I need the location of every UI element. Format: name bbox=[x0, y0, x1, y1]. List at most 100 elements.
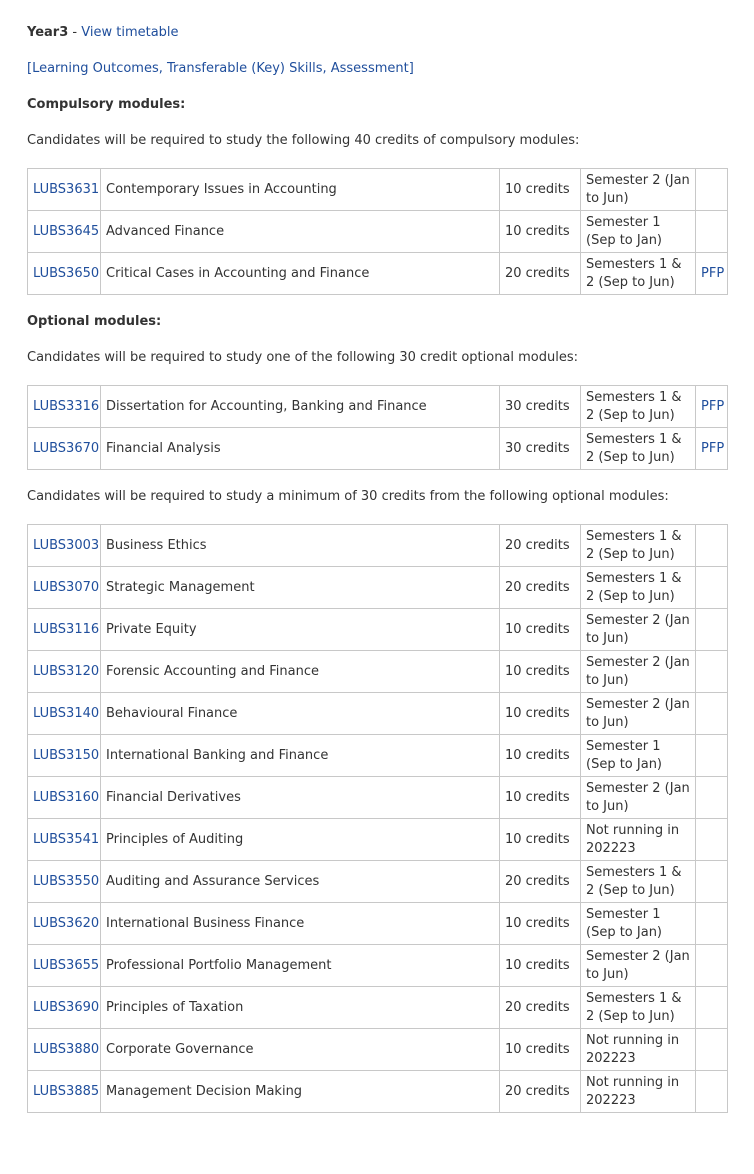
module-semester: Semester 1 (Sep to Jan) bbox=[580, 734, 696, 777]
view-timetable-link[interactable]: View timetable bbox=[81, 25, 178, 40]
module-code-link[interactable]: LUBS3690 bbox=[27, 986, 101, 1029]
module-row: LUBS3316 Dissertation for Accounting, Ban… bbox=[27, 385, 728, 428]
module-semester: Semesters 1 & 2 (Sep to Jun) bbox=[580, 860, 696, 903]
module-row: LUBS3645 Advanced Finance 10 credits Semest… bbox=[27, 210, 728, 253]
module-semester: Semester 2 (Jan to Jun) bbox=[580, 692, 696, 735]
pfp-link bbox=[695, 650, 728, 693]
module-row: LUBS3550 Auditing and Assurance Services 2… bbox=[27, 860, 728, 903]
module-code-link[interactable]: LUBS3885 bbox=[27, 1070, 101, 1113]
pfp-link bbox=[695, 1070, 728, 1113]
module-row: LUBS3120 Forensic Accounting and Finance 1… bbox=[27, 650, 728, 693]
pfp-link bbox=[695, 860, 728, 903]
module-title: Principles of Taxation bbox=[100, 986, 500, 1029]
module-semester: Semester 1 (Sep to Jan) bbox=[580, 902, 696, 945]
pfp-link bbox=[695, 902, 728, 945]
module-code-link[interactable]: LUBS3316 bbox=[27, 385, 101, 428]
module-code-link[interactable]: LUBS3645 bbox=[27, 210, 101, 253]
pfp-link bbox=[695, 1028, 728, 1071]
module-semester: Semester 2 (Jan to Jun) bbox=[580, 776, 696, 819]
module-title: Dissertation for Accounting, Banking and… bbox=[100, 385, 500, 428]
compulsory-modules-table: LUBS3631 Contemporary Issues in Accountin… bbox=[27, 168, 728, 295]
module-row: LUBS3655 Professional Portfolio Managemen… bbox=[27, 944, 728, 987]
module-code-link[interactable]: LUBS3650 bbox=[27, 252, 101, 295]
pfp-link bbox=[695, 566, 728, 609]
module-title: Professional Portfolio Management bbox=[100, 944, 500, 987]
compulsory-intro: Candidates will be required to study the… bbox=[27, 133, 580, 148]
module-credits: 20 credits bbox=[499, 566, 581, 609]
module-credits: 20 credits bbox=[499, 860, 581, 903]
module-title: Auditing and Assurance Services bbox=[100, 860, 500, 903]
module-code-link[interactable]: LUBS3150 bbox=[27, 734, 101, 777]
module-semester: Not running in 202223 bbox=[580, 1070, 696, 1113]
module-credits: 30 credits bbox=[499, 385, 581, 428]
module-title: Critical Cases in Accounting and Finance bbox=[100, 252, 500, 295]
module-credits: 30 credits bbox=[499, 427, 581, 470]
module-row: LUBS3160 Financial Derivatives 10 credits S… bbox=[27, 776, 728, 819]
module-code-link[interactable]: LUBS3116 bbox=[27, 608, 101, 651]
pfp-link[interactable]: PFP bbox=[695, 427, 728, 470]
module-row: LUBS3620 International Business Finance 10… bbox=[27, 902, 728, 945]
module-row: LUBS3631 Contemporary Issues in Accountin… bbox=[27, 168, 728, 211]
module-row: LUBS3116 Private Equity 10 credits Semester… bbox=[27, 608, 728, 651]
module-semester: Semesters 1 & 2 (Sep to Jun) bbox=[580, 524, 696, 567]
module-credits: 10 credits bbox=[499, 210, 581, 253]
module-code-link[interactable]: LUBS3880 bbox=[27, 1028, 101, 1071]
module-title: Behavioural Finance bbox=[100, 692, 500, 735]
pfp-link[interactable]: PFP bbox=[695, 252, 728, 295]
module-row: LUBS3150 International Banking and Financ… bbox=[27, 734, 728, 777]
module-row: LUBS3690 Principles of Taxation 20 credits… bbox=[27, 986, 728, 1029]
module-row: LUBS3885 Management Decision Making 20 cre… bbox=[27, 1070, 728, 1113]
optional-heading: Optional modules: bbox=[27, 314, 162, 329]
pfp-link bbox=[695, 776, 728, 819]
module-semester: Not running in 202223 bbox=[580, 818, 696, 861]
module-credits: 20 credits bbox=[499, 986, 581, 1029]
module-code-link[interactable]: LUBS3550 bbox=[27, 860, 101, 903]
module-credits: 10 credits bbox=[499, 650, 581, 693]
pfp-link bbox=[695, 818, 728, 861]
module-title: Strategic Management bbox=[100, 566, 500, 609]
module-semester: Semester 2 (Jan to Jun) bbox=[580, 168, 696, 211]
module-credits: 10 credits bbox=[499, 776, 581, 819]
module-credits: 10 credits bbox=[499, 818, 581, 861]
module-code-link[interactable]: LUBS3541 bbox=[27, 818, 101, 861]
module-row: LUBS3670 Financial Analysis 30 credits Seme… bbox=[27, 427, 728, 470]
module-credits: 20 credits bbox=[499, 252, 581, 295]
module-credits: 10 credits bbox=[499, 734, 581, 777]
module-title: Principles of Auditing bbox=[100, 818, 500, 861]
module-semester: Semester 2 (Jan to Jun) bbox=[580, 944, 696, 987]
module-semester: Not running in 202223 bbox=[580, 1028, 696, 1071]
module-semester: Semester 2 (Jan to Jun) bbox=[580, 608, 696, 651]
module-credits: 20 credits bbox=[499, 1070, 581, 1113]
pfp-link bbox=[695, 168, 728, 211]
module-code-link[interactable]: LUBS3140 bbox=[27, 692, 101, 735]
module-credits: 10 credits bbox=[499, 168, 581, 211]
module-semester: Semesters 1 & 2 (Sep to Jun) bbox=[580, 385, 696, 428]
optional-intro-1: Candidates will be required to study one… bbox=[27, 350, 579, 365]
module-code-link[interactable]: LUBS3620 bbox=[27, 902, 101, 945]
compulsory-heading: Compulsory modules: bbox=[27, 97, 186, 112]
module-code-link[interactable]: LUBS3655 bbox=[27, 944, 101, 987]
module-credits: 10 credits bbox=[499, 608, 581, 651]
module-title: International Banking and Finance bbox=[100, 734, 500, 777]
module-credits: 10 credits bbox=[499, 944, 581, 987]
module-row: LUBS3070 Strategic Management 20 credits Se… bbox=[27, 566, 728, 609]
module-semester: Semesters 1 & 2 (Sep to Jun) bbox=[580, 252, 696, 295]
pfp-link bbox=[695, 608, 728, 651]
module-row: LUBS3650 Critical Cases in Accounting and… bbox=[27, 252, 728, 295]
module-code-link[interactable]: LUBS3070 bbox=[27, 566, 101, 609]
optional-modules-table-2: LUBS3003 Business Ethics 20 credits Semeste… bbox=[27, 524, 728, 1113]
module-code-link[interactable]: LUBS3670 bbox=[27, 427, 101, 470]
module-code-link[interactable]: LUBS3160 bbox=[27, 776, 101, 819]
pfp-link[interactable]: PFP bbox=[695, 385, 728, 428]
module-code-link[interactable]: LUBS3003 bbox=[27, 524, 101, 567]
learning-outcomes-link[interactable]: [Learning Outcomes, Transferable (Key) S… bbox=[27, 61, 414, 76]
module-code-link[interactable]: LUBS3631 bbox=[27, 168, 101, 211]
module-credits: 10 credits bbox=[499, 902, 581, 945]
module-code-link[interactable]: LUBS3120 bbox=[27, 650, 101, 693]
module-semester: Semesters 1 & 2 (Sep to Jun) bbox=[580, 566, 696, 609]
module-credits: 10 credits bbox=[499, 1028, 581, 1071]
module-title: Financial Derivatives bbox=[100, 776, 500, 819]
pfp-link bbox=[695, 944, 728, 987]
module-semester: Semester 1 (Sep to Jan) bbox=[580, 210, 696, 253]
module-row: LUBS3880 Corporate Governance 10 credits No… bbox=[27, 1028, 728, 1071]
